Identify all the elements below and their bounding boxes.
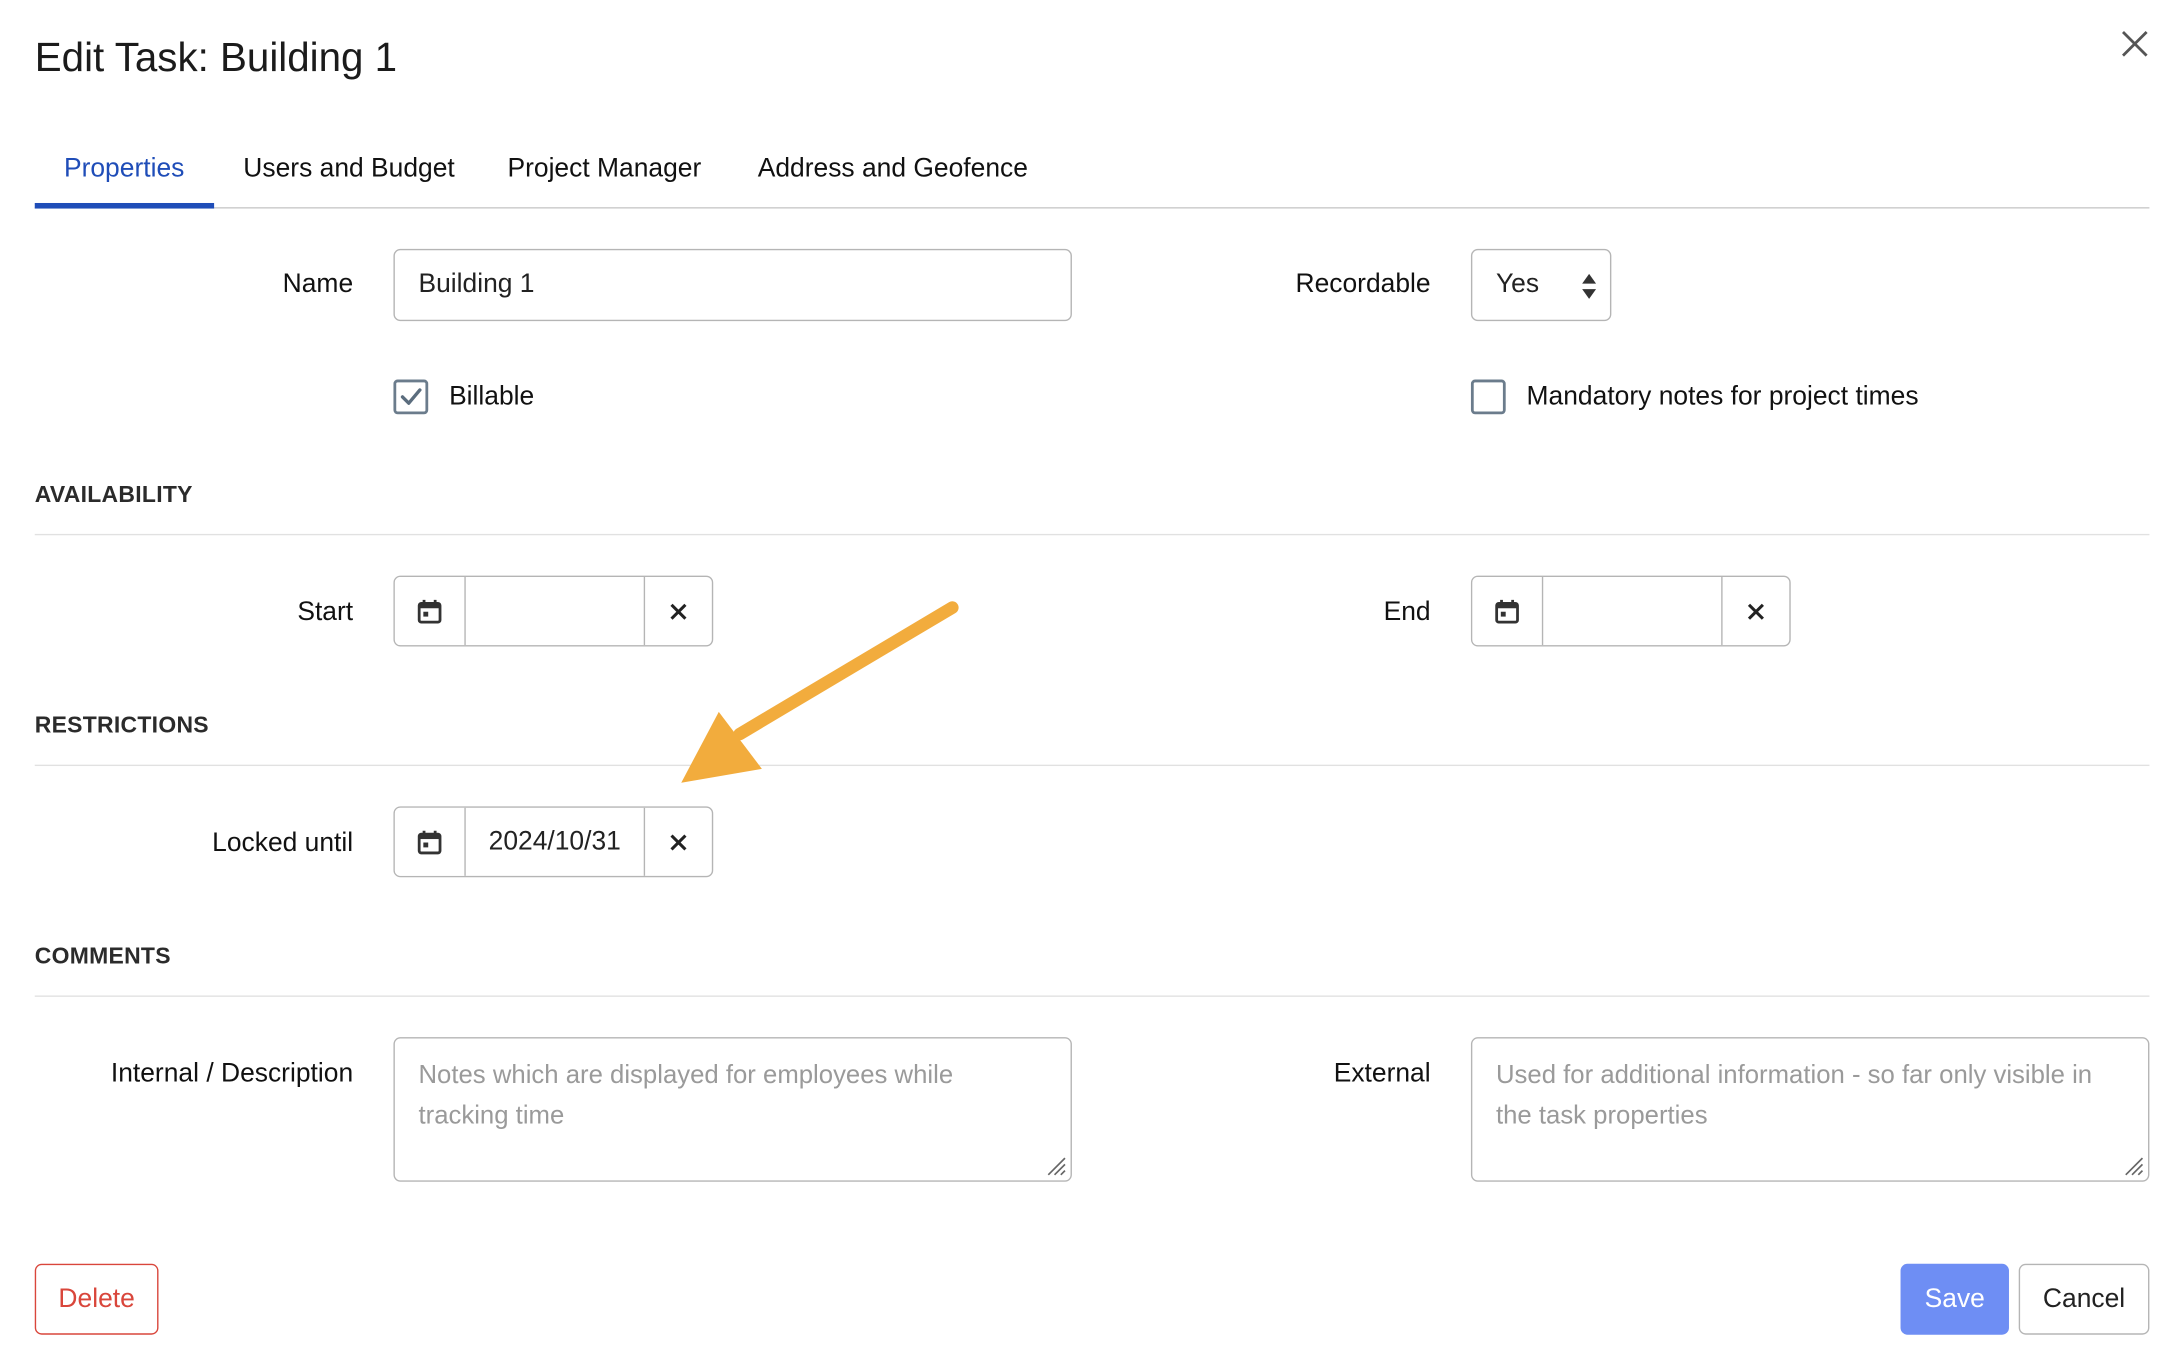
locked-until-label: Locked until: [212, 828, 354, 858]
external-label: External: [1333, 1059, 1431, 1089]
name-input[interactable]: Building 1: [393, 248, 1072, 322]
clear-x-icon: [670, 603, 687, 620]
select-arrows-icon: [1582, 273, 1597, 299]
start-clear-button[interactable]: [645, 577, 712, 645]
tab-divider: [34, 207, 2150, 209]
billable-label: Billable: [449, 382, 535, 412]
recordable-select[interactable]: Yes: [1470, 248, 1612, 322]
tab-project-manager[interactable]: Project Manager: [507, 154, 701, 185]
end-calendar-button[interactable]: [1472, 576, 1542, 646]
resize-grip-icon[interactable]: [2122, 1154, 2144, 1176]
tab-address-and-geofence[interactable]: Address and Geofence: [758, 154, 1028, 185]
edit-task-dialog: Edit Task: Building 1 Properties Users a…: [0, 0, 2180, 1365]
start-label: Start: [297, 597, 354, 628]
locked-until-input[interactable]: 2024/10/31: [464, 807, 646, 876]
availability-divider: [34, 533, 2150, 536]
calendar-icon: [417, 830, 442, 854]
tab-properties[interactable]: Properties: [64, 154, 184, 185]
billable-checkbox[interactable]: [393, 379, 429, 415]
check-icon: [400, 388, 422, 405]
recordable-value: Yes: [1495, 269, 1540, 299]
dialog-title: Edit Task: Building 1: [34, 36, 398, 81]
active-tab-indicator: [34, 202, 215, 209]
internal-description-textarea[interactable]: Notes which are displayed for employees …: [393, 1037, 1072, 1182]
end-clear-button[interactable]: [1723, 577, 1790, 645]
external-textarea[interactable]: Used for additional information - so far…: [1470, 1037, 2150, 1182]
start-date-input[interactable]: [464, 576, 646, 646]
mandatory-notes-label: Mandatory notes for project times: [1526, 382, 1919, 412]
end-label: End: [1383, 597, 1431, 628]
clear-x-icon: [670, 833, 687, 850]
name-value: Building 1: [418, 269, 535, 299]
mandatory-notes-checkbox[interactable]: [1470, 379, 1506, 415]
locked-until-calendar-button[interactable]: [394, 807, 465, 876]
external-placeholder: Used for additional information - so far…: [1495, 1059, 2093, 1129]
tab-users-and-budget[interactable]: Users and Budget: [243, 154, 454, 185]
internal-description-placeholder: Notes which are displayed for employees …: [418, 1059, 954, 1129]
delete-button[interactable]: Delete: [34, 1263, 159, 1335]
cancel-button[interactable]: Cancel: [2018, 1263, 2150, 1335]
calendar-icon: [1495, 599, 1519, 623]
restrictions-divider: [34, 764, 2150, 767]
calendar-icon: [417, 599, 442, 623]
start-date-picker: [393, 575, 714, 647]
restrictions-heading: RESTRICTIONS: [34, 713, 209, 739]
internal-description-label: Internal / Description: [110, 1059, 354, 1089]
comments-heading: COMMENTS: [34, 944, 171, 970]
end-date-input[interactable]: [1541, 576, 1723, 646]
availability-heading: AVAILABILITY: [34, 482, 193, 508]
recordable-label: Recordable: [1295, 269, 1431, 299]
locked-until-date-picker: 2024/10/31: [393, 806, 714, 878]
name-label: Name: [282, 269, 354, 299]
comments-divider: [34, 995, 2150, 997]
resize-grip-icon[interactable]: [1044, 1154, 1066, 1176]
close-icon[interactable]: [2113, 24, 2155, 66]
clear-x-icon: [1747, 603, 1764, 620]
save-button[interactable]: Save: [1900, 1263, 2009, 1335]
locked-until-clear-button[interactable]: [645, 808, 712, 876]
start-calendar-button[interactable]: [394, 576, 465, 646]
end-date-picker: [1470, 575, 1791, 647]
